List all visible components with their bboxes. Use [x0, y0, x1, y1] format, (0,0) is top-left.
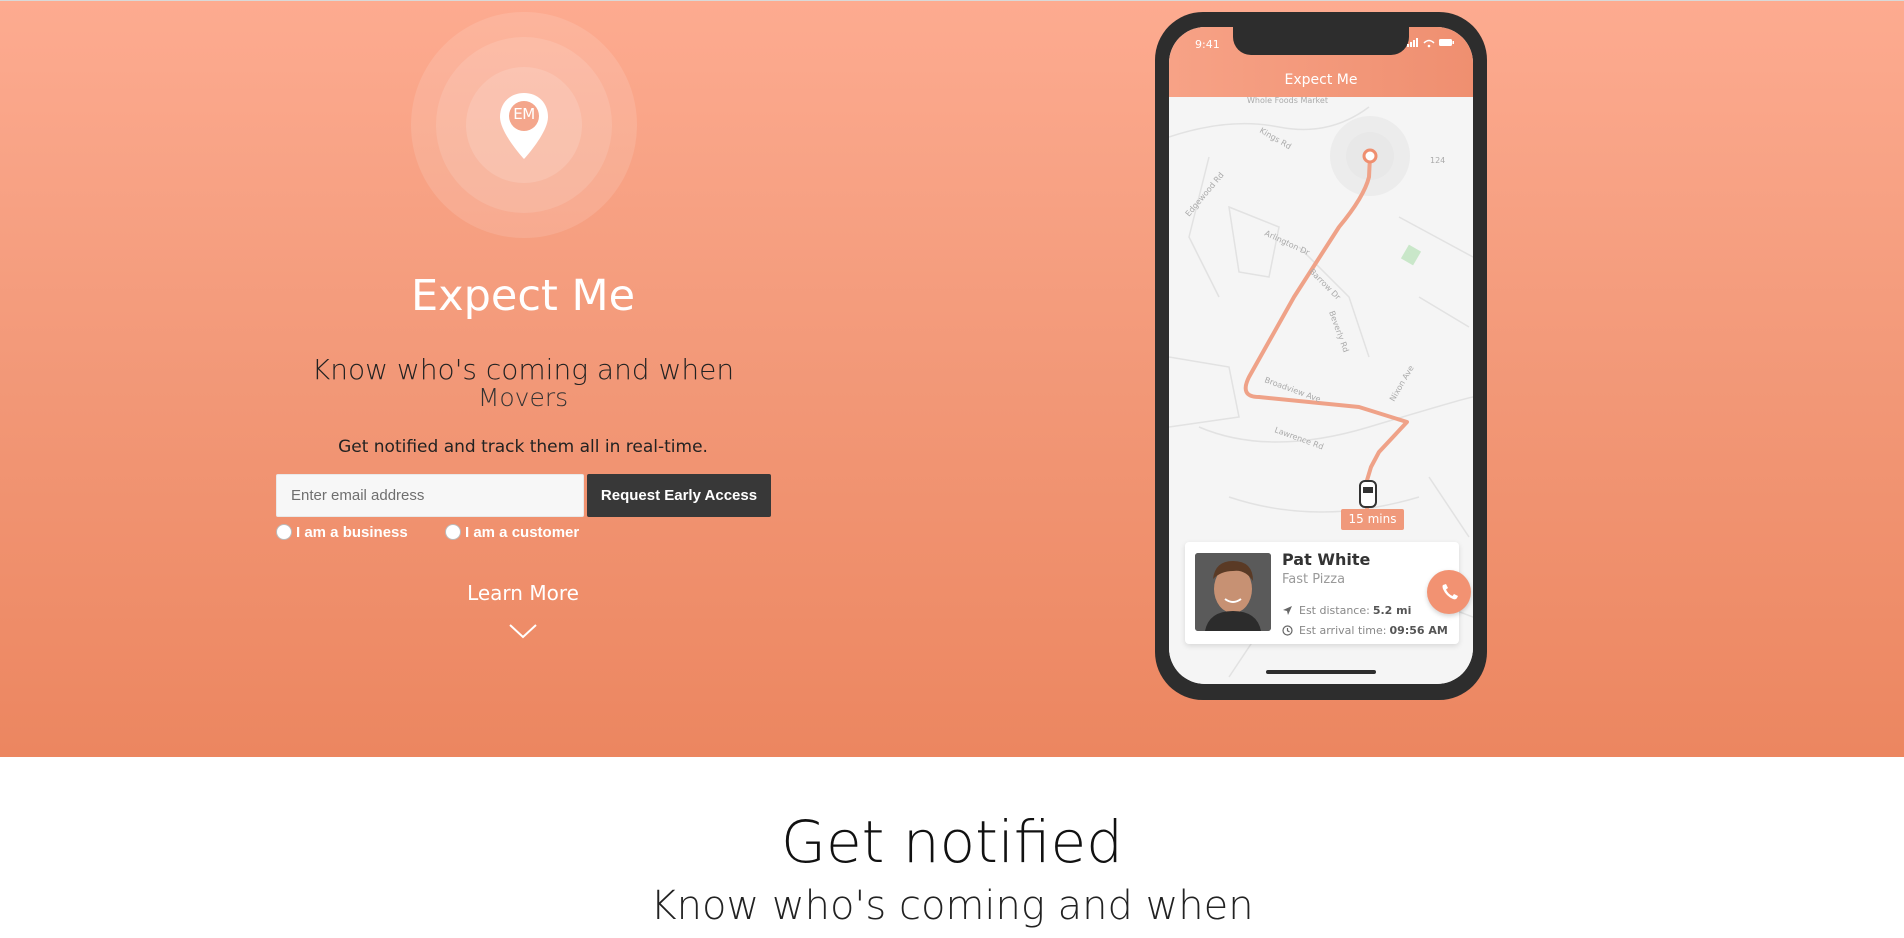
map-label-whole-foods: Whole Foods Market	[1247, 97, 1328, 105]
section-subtitle: Know who's coming and when	[650, 883, 1254, 929]
home-indicator	[1266, 670, 1376, 674]
hero-tagline: Know who's coming and when	[311, 353, 735, 386]
arrival-row: Est arrival time: 09:56 AM	[1282, 624, 1448, 637]
app-title: Expect Me	[1284, 72, 1358, 88]
driver-name: Pat White	[1282, 550, 1371, 569]
customer-radio-label: I am a customer	[465, 523, 580, 541]
hero-subtitle: Get notified and track them all in real-…	[338, 437, 708, 457]
chevron-down-icon[interactable]	[507, 621, 539, 641]
word-rotator: Movers	[380, 383, 666, 419]
customer-radio[interactable]	[445, 524, 461, 540]
status-icons	[1407, 38, 1454, 48]
business-option[interactable]: I am a business	[276, 523, 408, 541]
learn-more-link[interactable]: Learn More	[430, 581, 616, 605]
eta-badge: 15 mins	[1341, 509, 1404, 530]
customer-option[interactable]: I am a customer	[445, 523, 579, 541]
business-radio-label: I am a business	[296, 523, 408, 541]
phone-icon	[1442, 584, 1458, 600]
arrival-label: Est arrival time:	[1299, 624, 1387, 637]
distance-value: 5.2 mi	[1372, 604, 1412, 617]
distance-label: Est distance:	[1299, 604, 1370, 617]
phone-screen: 9:41 Expect Me Whole Foods Market Kings …	[1169, 27, 1473, 684]
map-pin-icon	[500, 93, 548, 159]
status-time: 9:41	[1195, 38, 1220, 51]
navigation-arrow-icon	[1283, 606, 1292, 615]
rotator-word: Movers	[477, 383, 569, 412]
email-input[interactable]	[276, 474, 584, 517]
driver-company: Fast Pizza	[1282, 572, 1346, 587]
section-title: Get notified	[781, 808, 1123, 876]
business-radio[interactable]	[276, 524, 292, 540]
distance-row: Est distance: 5.2 mi	[1282, 604, 1411, 617]
request-access-button[interactable]: Request Early Access	[587, 474, 771, 517]
call-button[interactable]	[1427, 570, 1471, 614]
phone-notch	[1233, 27, 1409, 55]
brand-title: Expect Me	[410, 271, 636, 321]
avatar	[1195, 553, 1271, 631]
driver-card[interactable]: Pat White Fast Pizza Est distance: 5.2 m…	[1185, 542, 1459, 644]
logo-initials: EM	[513, 105, 535, 123]
clock-icon	[1282, 625, 1293, 636]
arrival-value: 09:56 AM	[1389, 624, 1448, 637]
svg-text:124: 124	[1430, 156, 1445, 165]
hero-section: EM Expect Me Know who's coming and when …	[0, 0, 1904, 757]
